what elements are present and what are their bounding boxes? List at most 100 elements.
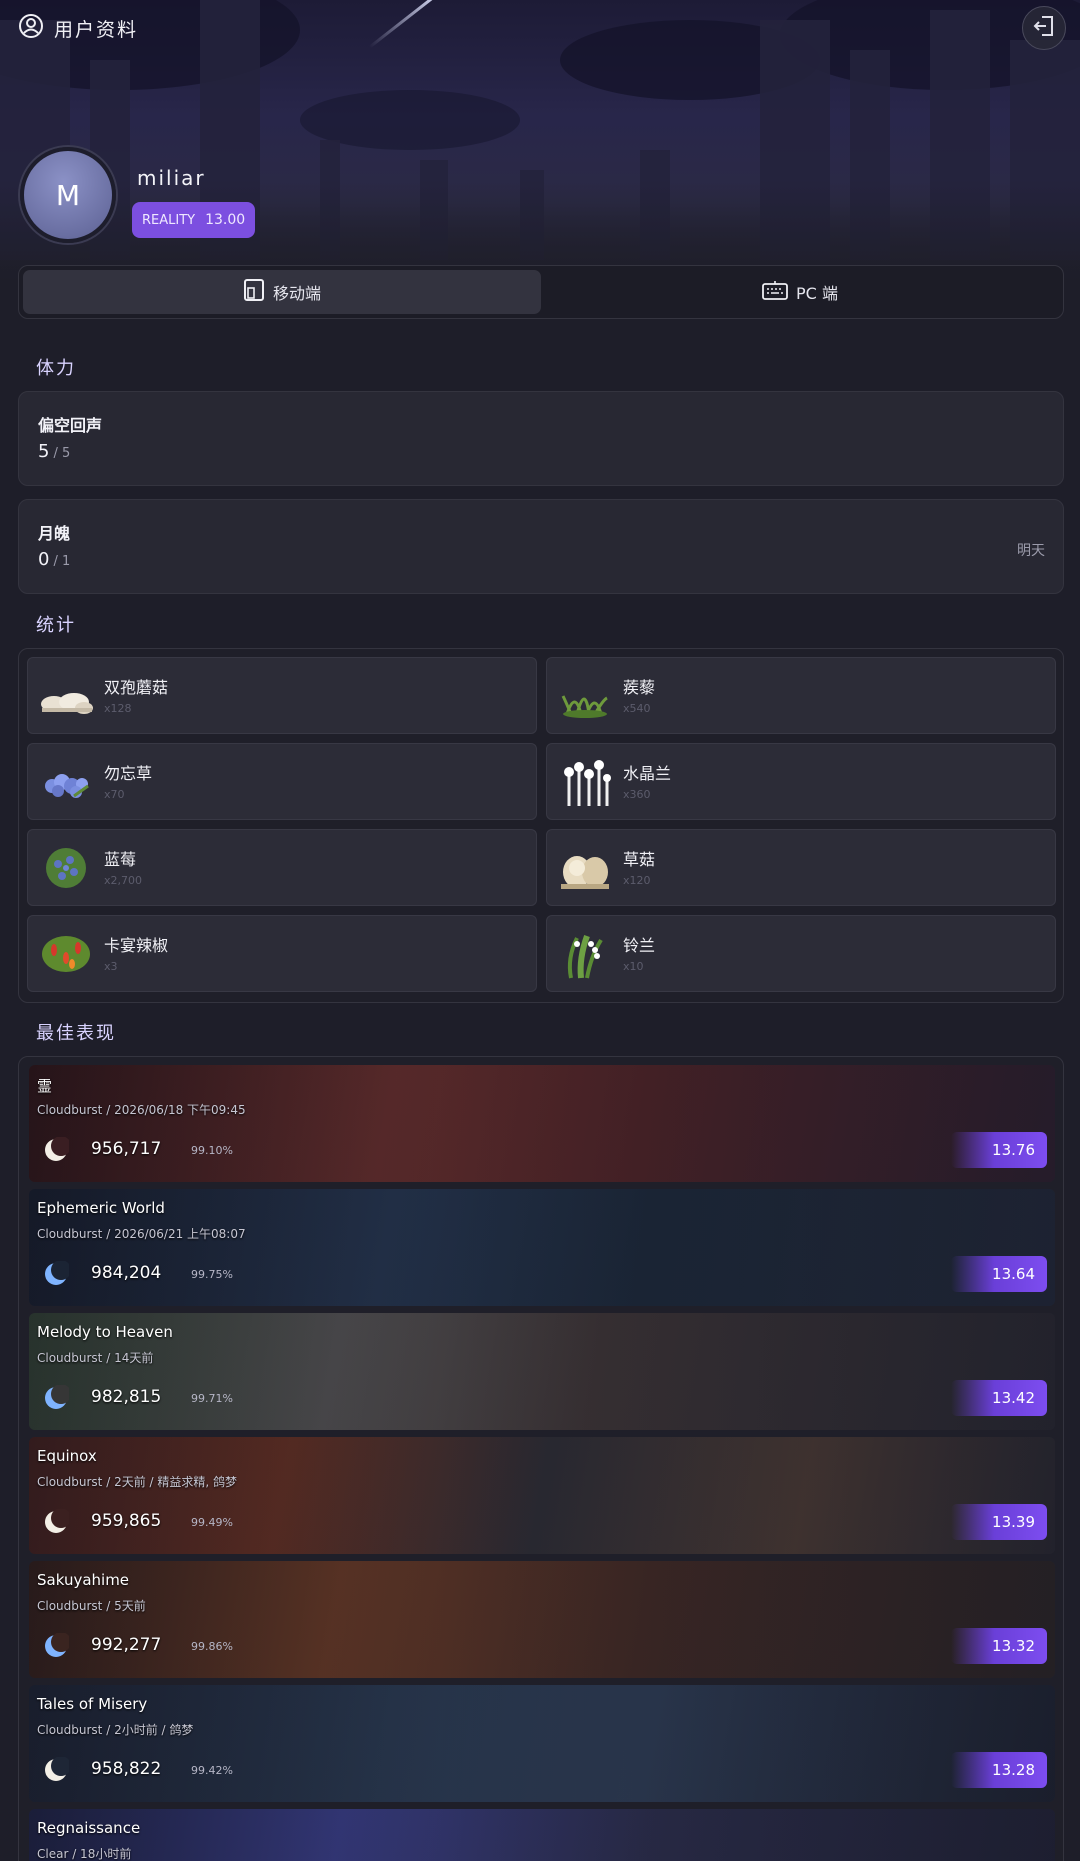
song-subtitle: Cloudburst / 5天前 — [37, 1599, 146, 1613]
keyboard-icon — [762, 280, 788, 304]
logout-button[interactable] — [1022, 6, 1066, 50]
play-rating: 13.76 — [951, 1132, 1047, 1168]
song-subtitle: Cloudburst / 2026/06/18 下午09:45 — [37, 1103, 246, 1117]
play-score: 958,822 — [91, 1759, 162, 1779]
song-subtitle: Clear / 18小时前 — [37, 1847, 132, 1861]
grass-icon — [557, 670, 613, 722]
play-score: 984,204 — [91, 1263, 162, 1283]
song-title: 霊 — [37, 1077, 53, 1095]
reality-label: REALITY — [142, 212, 196, 228]
lily-of-valley-icon — [557, 928, 613, 980]
stat-name: 水晶兰 — [623, 764, 672, 783]
stat-name: 铃兰 — [623, 936, 656, 955]
mushroom-icon — [38, 670, 94, 722]
tablet-icon — [243, 278, 265, 306]
stat-name: 卡宴辣椒 — [104, 936, 169, 955]
song-title: Regnaissance — [37, 1819, 141, 1837]
play-rating: 13.28 — [951, 1752, 1047, 1788]
stamina-name: 月魄 — [38, 524, 71, 543]
play-card[interactable]: 霊 Cloudburst / 2026/06/18 下午09:45 956,71… — [29, 1065, 1055, 1182]
stamina-reset-time: 明天 — [1017, 543, 1045, 559]
play-score: 982,815 — [91, 1387, 162, 1407]
stat-count: x360 — [623, 788, 651, 801]
reality-value: 13.00 — [205, 212, 246, 228]
play-accuracy: 99.86% — [191, 1640, 233, 1653]
blue-crescent-icon — [43, 1260, 71, 1287]
song-title: Equinox — [37, 1447, 97, 1465]
meteor-streak — [368, 0, 442, 49]
play-rating: 13.39 — [951, 1504, 1047, 1540]
stat-count: x540 — [623, 702, 651, 715]
stamina-current: 0 — [38, 549, 50, 570]
stat-item: 卡宴辣椒 x3 — [27, 915, 537, 992]
play-accuracy: 99.71% — [191, 1392, 233, 1405]
stat-count: x2,700 — [104, 874, 143, 887]
platform-tabs: 移动端 PC 端 — [18, 265, 1064, 319]
stat-name: 蒺藜 — [623, 678, 656, 697]
tab-pc[interactable]: PC 端 — [541, 270, 1059, 314]
user-icon — [18, 13, 44, 43]
stats-section-title: 统计 — [36, 615, 76, 636]
top-bar: 用户资料 — [18, 12, 138, 44]
straw-mushroom-icon — [557, 842, 613, 894]
stat-name: 双孢蘑菇 — [104, 678, 169, 697]
stamina-current: 5 — [38, 441, 50, 462]
tab-pc-label: PC 端 — [796, 284, 838, 303]
stat-count: x10 — [623, 960, 644, 973]
play-card[interactable]: Regnaissance Clear / 18小时前 — [29, 1809, 1055, 1861]
avatar: M — [20, 147, 116, 243]
stat-item: 勿忘草 x70 — [27, 743, 537, 820]
blue-crescent-icon — [43, 1384, 71, 1411]
reality-badge: REALITY 13.00 — [132, 202, 256, 238]
stat-name: 蓝莓 — [104, 850, 137, 869]
song-title: Sakuyahime — [37, 1571, 130, 1589]
stats-grid: 双孢蘑菇 x128 蒺藜 x540 勿忘草 x70 水晶兰 x360 蓝莓 x2… — [18, 648, 1064, 1003]
crescent-icon — [43, 1756, 71, 1783]
page-title: 用户资料 — [54, 18, 139, 41]
forget-me-not-icon — [38, 756, 94, 808]
song-subtitle: Cloudburst / 2天前 / 精益求精, 鸽梦 — [37, 1475, 237, 1489]
stat-item: 水晶兰 x360 — [546, 743, 1056, 820]
play-accuracy: 99.75% — [191, 1268, 233, 1281]
play-card[interactable]: Ephemeric World Cloudburst / 2026/06/21 … — [29, 1189, 1055, 1306]
username: miliar — [137, 166, 206, 190]
blue-crescent-icon — [43, 1632, 71, 1659]
stamina-card-echo: 偏空回声 5/ 5 — [18, 391, 1064, 486]
best-plays-list: 霊 Cloudburst / 2026/06/18 下午09:45 956,71… — [18, 1056, 1064, 1861]
song-subtitle: Cloudburst / 2026/06/21 上午08:07 — [37, 1227, 246, 1241]
play-accuracy: 99.10% — [191, 1144, 233, 1157]
blueberry-icon — [38, 842, 94, 894]
hero-background — [0, 0, 1080, 290]
song-title: Ephemeric World — [37, 1199, 165, 1217]
play-accuracy: 99.49% — [191, 1516, 233, 1529]
stat-name: 勿忘草 — [104, 764, 153, 783]
stamina-section-title: 体力 — [36, 358, 76, 379]
play-card[interactable]: Sakuyahime Cloudburst / 5天前 992,277 99.8… — [29, 1561, 1055, 1678]
song-title: Tales of Misery — [37, 1695, 148, 1713]
stamina-card-moon: 月魄 0/ 1 明天 — [18, 499, 1064, 594]
play-card[interactable]: Tales of Misery Cloudburst / 2小时前 / 鸽梦 9… — [29, 1685, 1055, 1802]
play-rating: 13.64 — [951, 1256, 1047, 1292]
play-card[interactable]: Melody to Heaven Cloudburst / 14天前 982,8… — [29, 1313, 1055, 1430]
play-score: 992,277 — [91, 1635, 162, 1655]
stat-item: 蓝莓 x2,700 — [27, 829, 537, 906]
ghost-plant-icon — [557, 756, 613, 808]
stat-count: x120 — [623, 874, 651, 887]
tab-mobile[interactable]: 移动端 — [23, 270, 541, 314]
play-score: 959,865 — [91, 1511, 162, 1531]
stat-item: 双孢蘑菇 x128 — [27, 657, 537, 734]
play-card[interactable]: Equinox Cloudburst / 2天前 / 精益求精, 鸽梦 959,… — [29, 1437, 1055, 1554]
stat-count: x3 — [104, 960, 118, 973]
stat-count: x70 — [104, 788, 125, 801]
song-subtitle: Cloudburst / 2小时前 / 鸽梦 — [37, 1723, 194, 1737]
stat-item: 草菇 x120 — [546, 829, 1056, 906]
stamina-value: 5/ 5 — [38, 441, 70, 462]
stamina-value: 0/ 1 — [38, 549, 70, 570]
avatar-letter: M — [55, 178, 81, 212]
stamina-max: / 5 — [53, 446, 71, 461]
song-title: Melody to Heaven — [37, 1323, 173, 1341]
play-accuracy: 99.42% — [191, 1764, 233, 1777]
stat-item: 铃兰 x10 — [546, 915, 1056, 992]
stat-name: 草菇 — [623, 850, 656, 869]
stamina-name: 偏空回声 — [38, 416, 103, 435]
